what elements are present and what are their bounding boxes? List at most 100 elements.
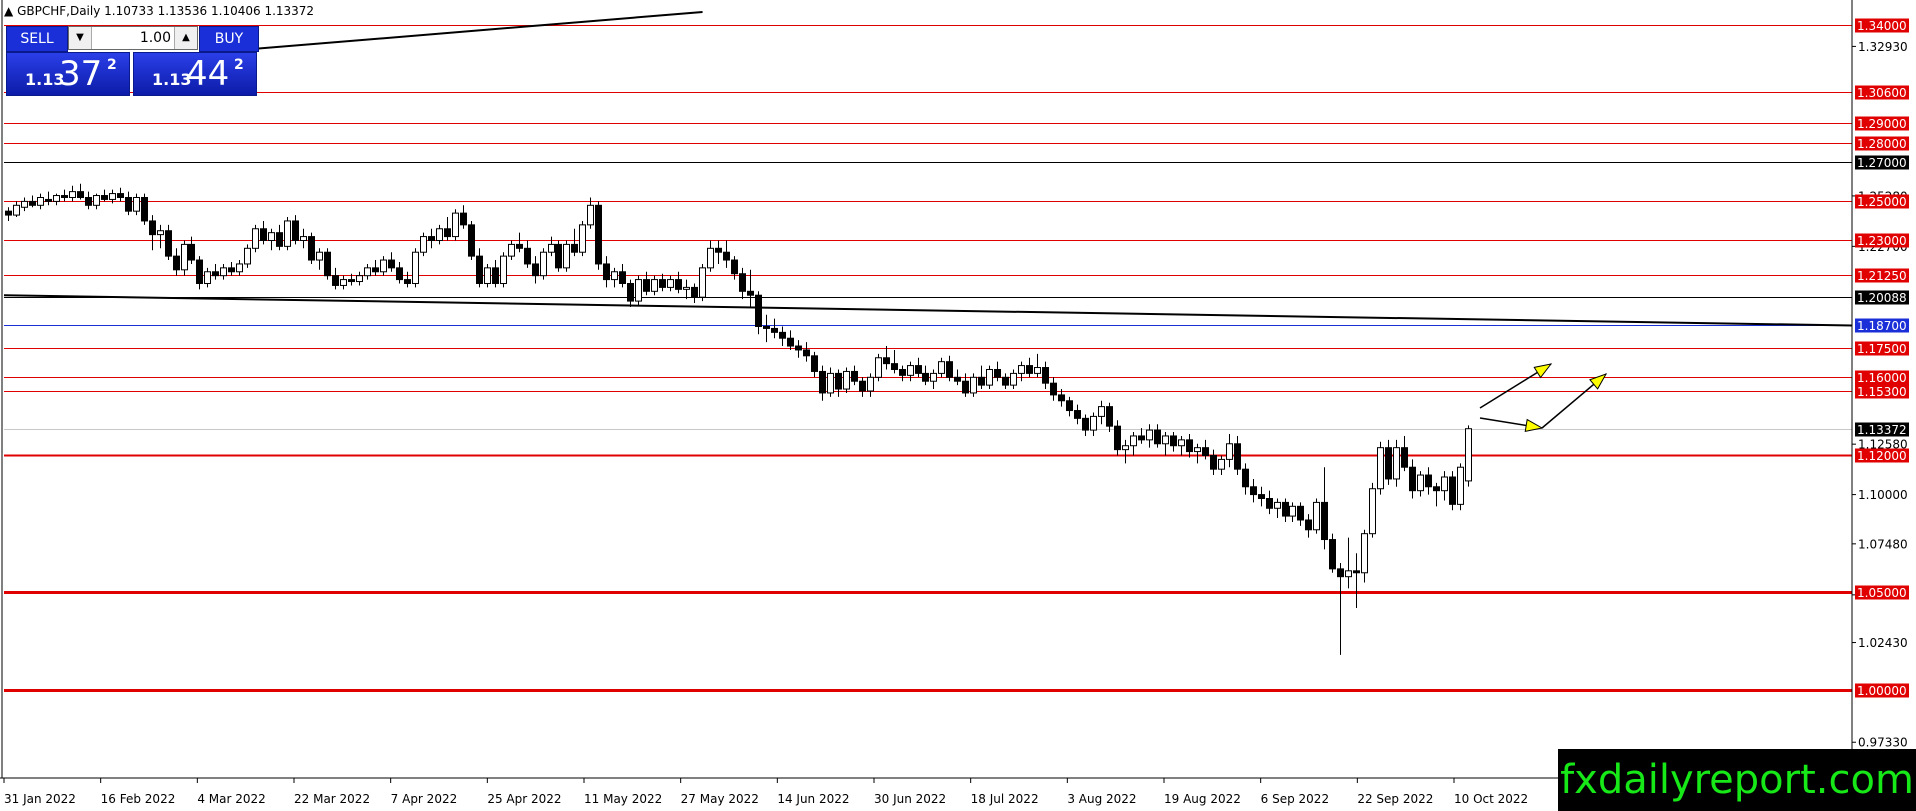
candle-body-153 bbox=[1226, 443, 1233, 460]
candle-body-121 bbox=[970, 376, 977, 394]
candle-body-112 bbox=[899, 368, 906, 376]
candle-body-163 bbox=[1305, 519, 1312, 531]
lot-decrease-icon[interactable]: ▼ bbox=[69, 27, 92, 49]
candle-body-92 bbox=[739, 273, 746, 292]
candle-body-49 bbox=[396, 267, 403, 281]
candle-body-82 bbox=[659, 279, 666, 288]
candle-body-52 bbox=[420, 236, 427, 253]
candle-body-4 bbox=[37, 196, 44, 206]
candle-body-140 bbox=[1122, 445, 1129, 451]
level-badge-label-5: 1.25000 bbox=[1857, 195, 1907, 209]
x-tick-label-15: 10 Oct 2022 bbox=[1454, 792, 1528, 806]
candle-body-47 bbox=[380, 259, 387, 273]
candle-body-68 bbox=[548, 243, 555, 253]
sell-button[interactable]: SELL bbox=[6, 26, 68, 52]
candle-body-104 bbox=[835, 372, 842, 390]
candle-body-98 bbox=[787, 337, 794, 347]
level-badge-label-14: 1.12000 bbox=[1857, 449, 1907, 463]
candle-body-117 bbox=[938, 361, 945, 374]
candle-body-174 bbox=[1393, 447, 1400, 480]
candle-body-106 bbox=[851, 370, 858, 382]
x-tick-label-1: 16 Feb 2022 bbox=[101, 792, 176, 806]
lot-size-input[interactable]: 1.00 bbox=[95, 27, 171, 49]
candle-body-69 bbox=[555, 243, 562, 269]
level-badge-label-10: 1.17500 bbox=[1857, 342, 1907, 356]
candle-body-50 bbox=[404, 279, 411, 284]
candle-body-132 bbox=[1058, 394, 1065, 402]
candle-body-108 bbox=[867, 376, 874, 392]
candle-body-10 bbox=[85, 196, 92, 206]
buy-price-button[interactable]: 1.13 44 2 bbox=[133, 52, 257, 96]
candle-body-51 bbox=[412, 251, 419, 284]
candle-body-181 bbox=[1449, 476, 1456, 505]
candle-body-149 bbox=[1194, 447, 1201, 453]
candle-body-115 bbox=[922, 372, 929, 382]
candle-body-126 bbox=[1010, 372, 1017, 386]
candle-body-63 bbox=[508, 243, 515, 257]
candle-body-91 bbox=[731, 259, 738, 275]
candle-body-128 bbox=[1026, 365, 1033, 374]
level-badge-label-3: 1.28000 bbox=[1857, 137, 1907, 151]
candle-body-53 bbox=[428, 236, 435, 241]
y-tick-label-4: 1.10000 bbox=[1858, 488, 1908, 502]
candle-body-13 bbox=[109, 193, 116, 200]
level-badge-label-0: 1.34000 bbox=[1857, 19, 1907, 33]
candle-body-57 bbox=[460, 212, 467, 226]
x-tick-label-14: 22 Sep 2022 bbox=[1357, 792, 1433, 806]
level-badge-label-15: 1.05000 bbox=[1857, 586, 1907, 600]
candle-body-22 bbox=[181, 243, 188, 271]
candle-body-42 bbox=[340, 279, 347, 286]
x-tick-label-12: 19 Aug 2022 bbox=[1164, 792, 1241, 806]
candle-body-21 bbox=[173, 255, 180, 271]
candle-body-24 bbox=[196, 259, 203, 284]
x-tick-label-13: 6 Sep 2022 bbox=[1261, 792, 1329, 806]
candle-body-110 bbox=[883, 357, 890, 365]
buy-button[interactable]: BUY bbox=[199, 26, 259, 52]
candle-body-141 bbox=[1130, 435, 1137, 447]
candle-body-99 bbox=[795, 345, 802, 351]
horizontal-levels bbox=[4, 25, 1852, 692]
level-badges: 1.34000 1.30600 1.29000 1.28000 1.27000 1.250… bbox=[1855, 18, 1909, 698]
candle-body-58 bbox=[468, 224, 475, 257]
candle-body-105 bbox=[843, 370, 850, 390]
candle-body-55 bbox=[444, 228, 451, 238]
lot-size-stepper[interactable]: ▼ 1.00 ▲ bbox=[68, 26, 198, 50]
candle-body-170 bbox=[1361, 533, 1368, 574]
candle-body-143 bbox=[1146, 429, 1153, 441]
buy-price-pips: 44 bbox=[186, 54, 230, 94]
sell-price-pips: 37 bbox=[59, 54, 103, 94]
candle-body-76 bbox=[611, 271, 618, 281]
candle-body-31 bbox=[252, 228, 259, 249]
level-badge-label-16: 1.00000 bbox=[1857, 684, 1907, 698]
x-tick-label-6: 11 May 2022 bbox=[584, 792, 662, 806]
candle-body-146 bbox=[1170, 435, 1177, 447]
candle-body-176 bbox=[1409, 466, 1416, 492]
y-tick-label-0: 1.32930 bbox=[1858, 40, 1908, 54]
candle-body-130 bbox=[1042, 367, 1049, 384]
candle-body-75 bbox=[603, 263, 610, 281]
candle-body-127 bbox=[1018, 365, 1025, 374]
candle-body-107 bbox=[859, 380, 866, 392]
x-tick-label-7: 27 May 2022 bbox=[681, 792, 759, 806]
candle-body-135 bbox=[1082, 417, 1089, 431]
candle-body-64 bbox=[516, 243, 523, 249]
candle-body-14 bbox=[117, 193, 124, 198]
candle-body-155 bbox=[1242, 468, 1249, 488]
candle-body-144 bbox=[1154, 429, 1161, 445]
sell-price-fraction: 2 bbox=[107, 57, 117, 73]
candle-body-33 bbox=[268, 232, 275, 241]
candle-body-41 bbox=[332, 275, 339, 286]
y-tick-label-7: 1.02430 bbox=[1858, 636, 1908, 650]
level-badge-label-1: 1.30600 bbox=[1857, 86, 1907, 100]
candle-body-54 bbox=[436, 228, 443, 241]
sell-price-button[interactable]: 1.13 37 2 bbox=[6, 52, 130, 96]
trendline-1 bbox=[3, 294, 1853, 327]
y-tick-label-8: 0.97330 bbox=[1858, 736, 1908, 750]
lot-increase-icon[interactable]: ▲ bbox=[174, 27, 197, 49]
candle-body-89 bbox=[715, 247, 722, 253]
candle-body-67 bbox=[540, 251, 547, 277]
candle-body-175 bbox=[1401, 447, 1408, 468]
candle-body-1 bbox=[13, 204, 20, 216]
candle-body-73 bbox=[587, 204, 594, 226]
candle-body-162 bbox=[1297, 505, 1304, 521]
